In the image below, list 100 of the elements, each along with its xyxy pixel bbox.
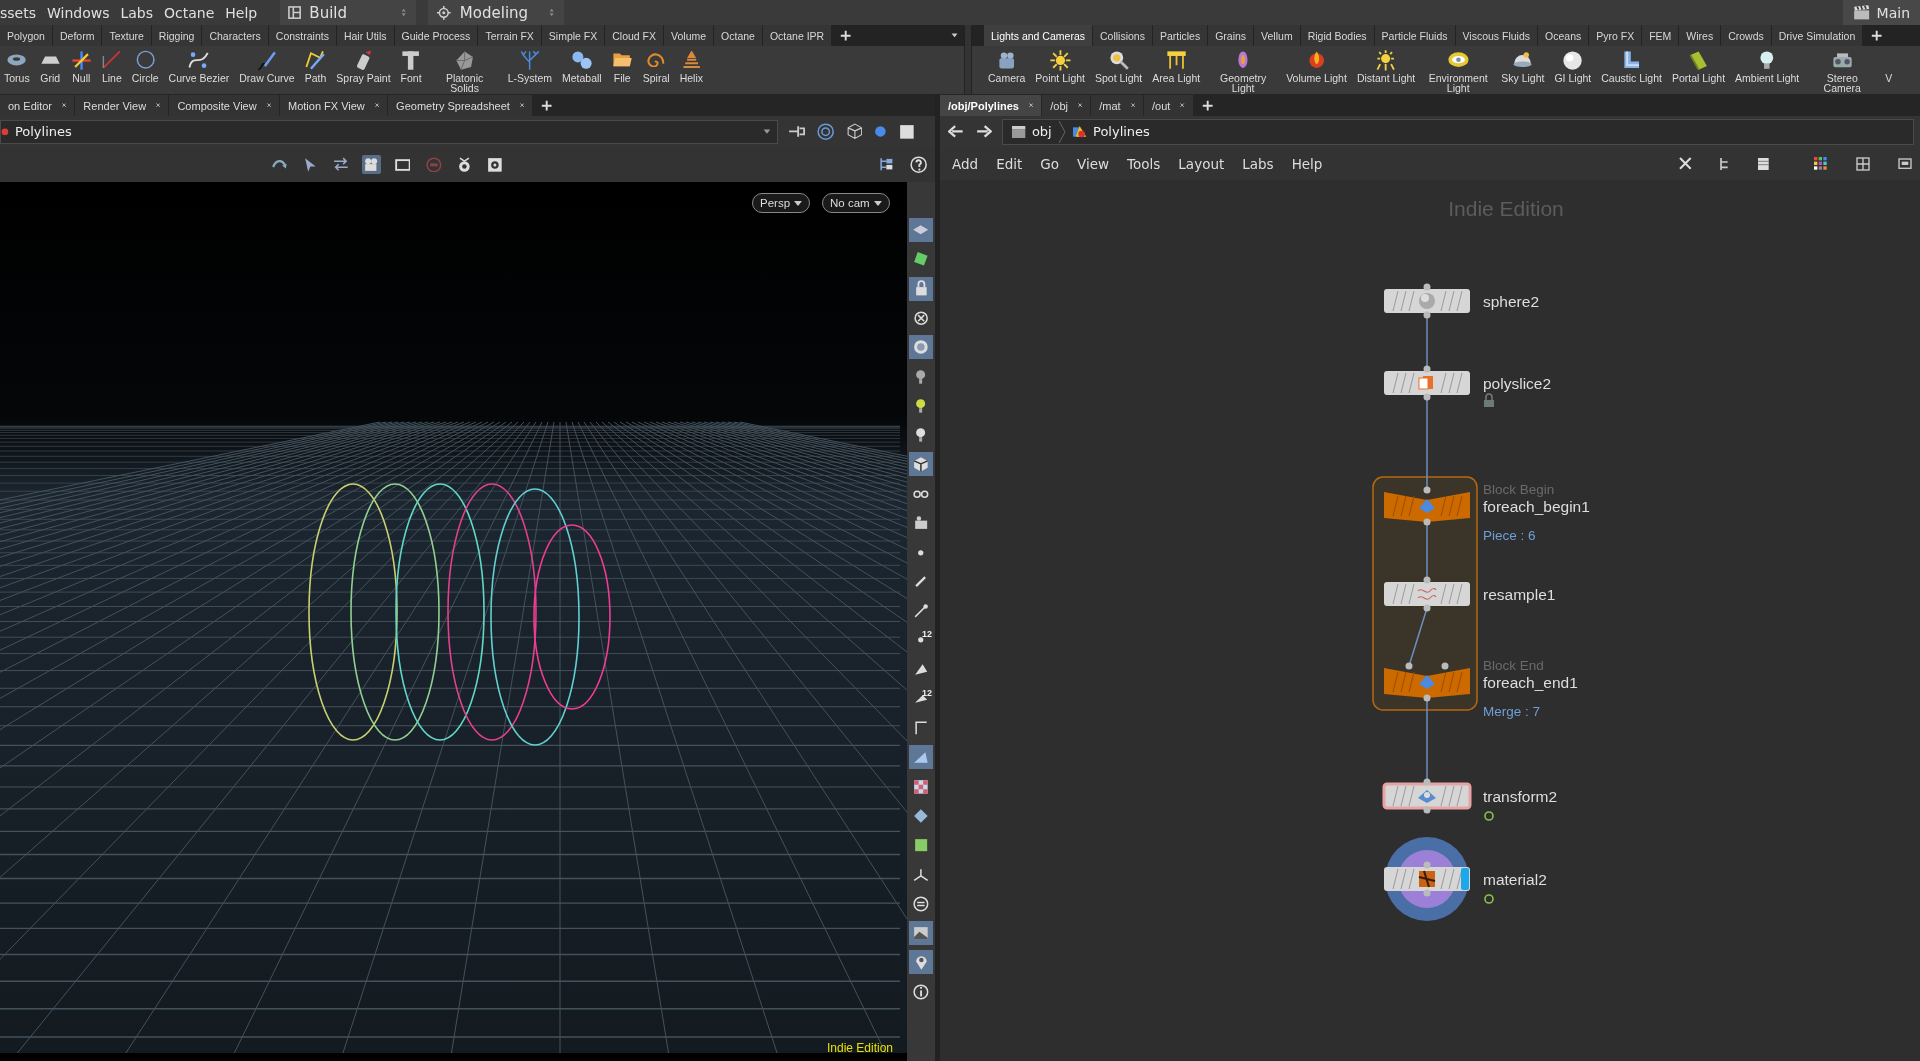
shelf-tool[interactable]: Circle <box>127 49 163 84</box>
shelf-tab[interactable]: Characters <box>202 25 268 47</box>
shelf-tool[interactable]: Caustic Light <box>1597 49 1666 84</box>
shelf-tool[interactable]: Portal Light <box>1667 49 1730 84</box>
shelf-tab[interactable]: Guide Process <box>394 25 478 47</box>
view-option-button[interactable] <box>815 120 837 143</box>
shelf-tool[interactable]: Spot Light <box>1091 49 1147 84</box>
view-option-button[interactable] <box>786 123 808 140</box>
shelf-tab[interactable]: Wires <box>1679 25 1721 47</box>
shelf-tool[interactable]: Draw Curve <box>235 49 299 84</box>
shelf-tab[interactable]: Constraints <box>268 25 336 47</box>
close-tab-button[interactable] <box>156 103 161 108</box>
close-tab-button[interactable] <box>1077 103 1083 108</box>
shelf-tab[interactable]: Octane IPR <box>762 25 832 47</box>
shelf-tool[interactable]: Area Light <box>1148 49 1205 84</box>
shelf-tool[interactable]: Font <box>396 49 426 84</box>
menu-item[interactable]: ssets <box>0 4 42 21</box>
shelf-tab[interactable]: FEM <box>1642 25 1679 47</box>
shelf-tab[interactable]: Collisions <box>1092 25 1152 47</box>
view-option-button[interactable] <box>844 121 865 142</box>
shelf-tab[interactable]: Cloud FX <box>605 25 664 47</box>
shelf-tool[interactable]: Distant Light <box>1352 49 1420 84</box>
shelf-tab[interactable]: Crowds <box>1721 25 1771 47</box>
shelf-tool[interactable]: Metaball <box>557 49 606 84</box>
close-tab-button[interactable] <box>519 103 525 108</box>
display-option-button[interactable] <box>909 745 933 770</box>
shelf-tool[interactable]: Stereo Camera <box>1805 49 1880 94</box>
back-button[interactable] <box>946 123 966 140</box>
shelf-tool[interactable]: Spiral <box>638 49 674 84</box>
shelf-tool[interactable]: Path <box>300 49 331 84</box>
shelf-tool[interactable]: Sky Light <box>1497 49 1549 84</box>
menu-item[interactable]: Add <box>952 155 979 172</box>
shelf-tool[interactable]: Torus <box>0 49 34 84</box>
shelf-tab[interactable]: Volume <box>664 25 714 47</box>
desktop-button[interactable]: Main <box>1843 0 1920 25</box>
shelf-tool[interactable]: L-System <box>503 49 556 84</box>
lock-icon[interactable] <box>1484 393 1494 407</box>
shelf-tool[interactable]: Helix <box>675 49 707 84</box>
node[interactable] <box>1384 365 1470 401</box>
pane-tab[interactable]: on Editor <box>0 95 75 116</box>
shelf-tool[interactable]: Line <box>97 49 126 84</box>
menu-item[interactable]: Layout <box>1178 155 1225 172</box>
shelf-tab[interactable]: Rigging <box>151 25 202 47</box>
pane-tab[interactable]: /obj/Polylines <box>940 95 1042 116</box>
node[interactable] <box>1384 486 1470 526</box>
shelf-tab[interactable]: Pyro FX <box>1589 25 1642 47</box>
shelf-tab[interactable]: Particles <box>1152 25 1208 47</box>
shelf-tool[interactable]: File <box>607 49 637 84</box>
shelf-grip[interactable] <box>964 25 972 94</box>
network-option-button[interactable] <box>1811 154 1830 173</box>
menu-item[interactable]: Help <box>225 4 264 21</box>
shelf-tab[interactable]: Vellum <box>1254 25 1300 47</box>
close-tab-button[interactable] <box>62 103 67 108</box>
menu-item[interactable]: Go <box>1040 155 1060 172</box>
path-crumb[interactable]: obj <box>1010 124 1052 139</box>
shelf-tab[interactable]: Texture <box>102 25 151 47</box>
shelf-tab[interactable]: Simple FX <box>541 25 605 47</box>
menu-item[interactable]: Labs <box>1242 155 1274 172</box>
display-option-button[interactable] <box>909 950 933 975</box>
node[interactable] <box>1384 283 1470 319</box>
shelf-tab[interactable]: Viscous Fluids <box>1455 25 1538 47</box>
shelf-tab[interactable]: Particle Fluids <box>1374 25 1455 47</box>
display-option-button[interactable] <box>909 452 933 477</box>
shelf-tab[interactable]: Hair Utils <box>336 25 394 47</box>
viewport-tool-button[interactable] <box>362 155 381 174</box>
display-option-button[interactable] <box>909 276 933 301</box>
display-option-button[interactable]: 12 <box>909 686 933 711</box>
menu-item[interactable]: Tools <box>1127 155 1161 172</box>
pane-tab[interactable]: Render View <box>75 95 169 116</box>
menu-item[interactable]: Labs <box>120 4 160 21</box>
shelf-tab[interactable]: Lights and Cameras <box>984 25 1092 47</box>
close-tab-button[interactable] <box>1028 103 1034 108</box>
path-crumb[interactable]: Polylines <box>1071 124 1150 139</box>
shelf-tool[interactable]: V <box>1881 49 1897 84</box>
menu-item[interactable]: Windows <box>47 4 116 21</box>
close-tab-button[interactable] <box>266 103 271 108</box>
shelf-tool[interactable]: Grid <box>35 49 65 84</box>
shelf-tool[interactable]: GI Light <box>1550 49 1596 84</box>
close-tab-button[interactable] <box>374 103 380 108</box>
shelf-tool[interactable]: Geometry Light <box>1206 49 1281 94</box>
pane-tab[interactable]: Motion FX View <box>280 95 388 116</box>
viewport-tool-button[interactable] <box>392 156 413 173</box>
shelf-tool[interactable]: Camera <box>984 49 1030 84</box>
context-dropdown[interactable]: Modeling <box>428 0 565 25</box>
shelf-tab[interactable]: Rigid Bodies <box>1300 25 1374 47</box>
pane-tab[interactable]: Geometry Spreadsheet <box>388 95 533 116</box>
menu-item[interactable]: View <box>1077 155 1110 172</box>
shelf-tab[interactable]: Terrain FX <box>478 25 541 47</box>
display-option-button[interactable]: 12 <box>909 628 933 653</box>
pane-tab[interactable]: /obj <box>1042 95 1091 116</box>
network-option-button[interactable] <box>1896 155 1914 172</box>
shelf-tab[interactable]: Grains <box>1208 25 1254 47</box>
desktop-dropdown[interactable]: Build <box>280 0 417 25</box>
shelf-tool[interactable]: Environment Light <box>1421 49 1496 94</box>
close-tab-button[interactable] <box>1180 103 1185 108</box>
camera-menu[interactable]: Persp <box>752 193 811 213</box>
object-path-field[interactable]: Polylines <box>0 119 778 144</box>
node[interactable] <box>1384 662 1470 702</box>
shelf-tool[interactable]: Platonic Solids <box>427 49 502 94</box>
display-option-button[interactable] <box>909 335 933 360</box>
